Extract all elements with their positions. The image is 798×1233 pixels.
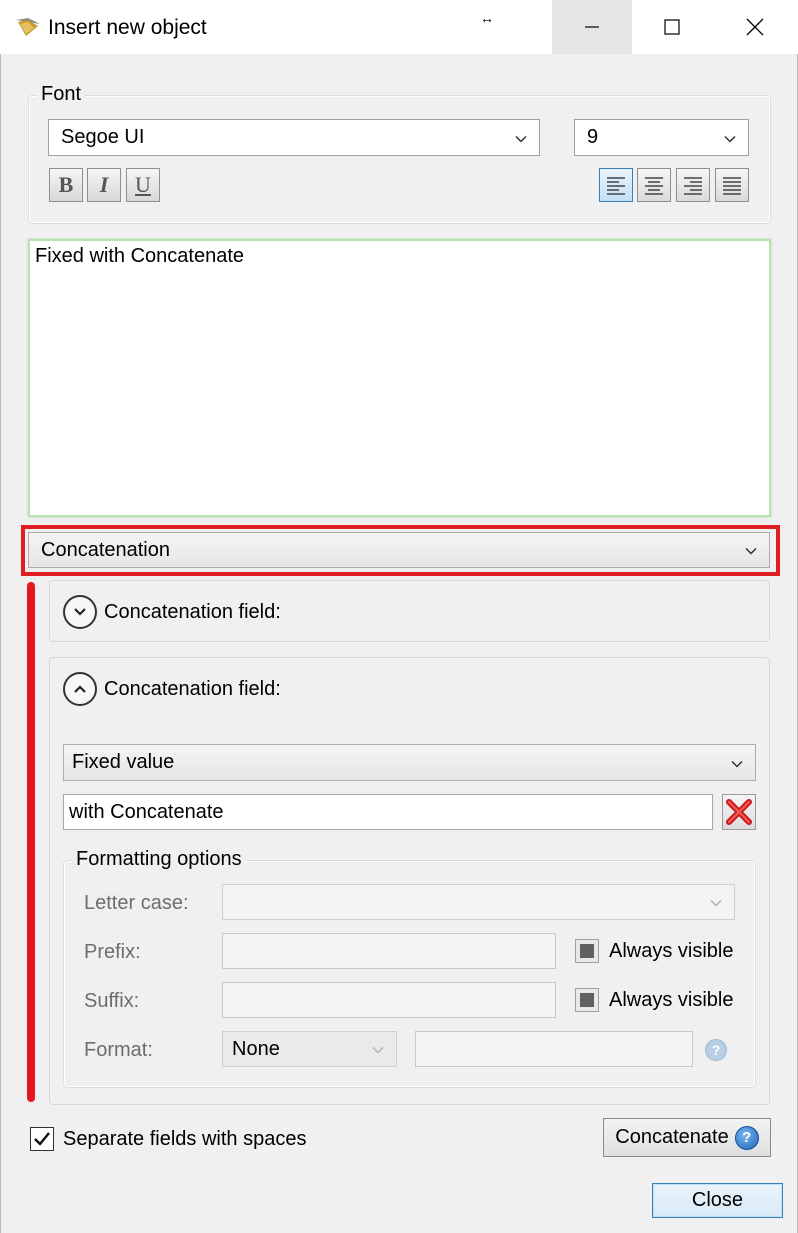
source-type-select[interactable]: Fixed value [63,744,756,781]
title-bar: Insert new object ↔ [0,0,798,54]
resize-arrows-icon: ↔ [480,10,494,26]
letter-case-label: Letter case: [84,892,189,914]
maximize-button[interactable] [632,0,712,54]
indeterminate-mark-icon [580,944,594,958]
text-editor[interactable]: Fixed with Concatenate [28,239,771,517]
font-size-select[interactable]: 9 [574,119,749,156]
editor-text: Fixed with Concatenate [35,245,245,267]
underline-icon: U [135,172,151,197]
align-center-button[interactable] [637,168,671,202]
delete-x-icon [726,799,752,825]
fixed-value-text: with Concatenate [69,800,224,823]
suffix-label: Suffix: [84,990,140,1012]
align-justify-button[interactable] [715,168,749,202]
font-group [28,95,771,224]
checkmark-icon [34,1132,50,1146]
align-right-button[interactable] [676,168,710,202]
close-label: Close [691,1189,744,1211]
window-title: Insert new object [48,16,207,39]
letter-case-select[interactable] [222,884,735,920]
separate-fields-label: Separate fields with spaces [63,1128,307,1150]
align-left-button[interactable] [599,168,633,202]
chevron-down-icon [710,891,722,914]
chevron-down-icon [515,126,527,149]
underline-button[interactable]: U [126,168,160,202]
formatting-legend: Formatting options [72,848,246,871]
format-pattern-input[interactable] [415,1031,693,1067]
format-select[interactable]: None [222,1031,397,1067]
chevron-down-icon [731,751,743,774]
format-value: None [232,1037,280,1060]
close-window-button[interactable] [712,0,798,54]
indeterminate-mark-icon [580,993,594,1007]
object-type-value: Concatenation [41,538,170,561]
align-right-icon [684,177,702,195]
collapse-button[interactable] [63,672,97,706]
align-center-icon [645,177,663,195]
expand-button[interactable] [63,595,97,629]
concat-field-label: Concatenation field: [104,678,281,700]
object-type-select[interactable]: Concatenation [28,532,770,568]
prefix-label: Prefix: [84,941,141,963]
align-justify-icon [723,177,741,195]
chevron-down-icon [745,539,757,562]
chevron-up-icon [74,685,86,693]
font-group-legend: Font [37,83,86,106]
bold-icon: B [58,172,74,197]
bold-button[interactable]: B [49,168,83,202]
prefix-always-visible-label: Always visible [609,940,734,962]
source-type-value: Fixed value [72,751,175,773]
suffix-always-visible-label: Always visible [609,989,734,1011]
format-help-icon[interactable]: ? [705,1039,727,1061]
separate-fields-checkbox[interactable] [30,1127,54,1151]
prefix-always-visible-checkbox[interactable] [575,939,599,963]
chevron-down-icon [724,126,736,149]
align-left-icon [607,177,625,195]
concatenate-label: Concatenate [615,1126,729,1148]
help-glyph: ? [711,1042,721,1058]
help-icon: ? [734,1125,759,1150]
font-family-value: Segoe UI [61,126,145,148]
concat-field-label: Concatenation field: [104,601,281,623]
dialog-body: Font Segoe UI 9 B I U Fixed with Concate… [0,54,798,1233]
italic-icon: I [99,172,109,197]
app-logo-icon [14,16,42,38]
suffix-always-visible-checkbox[interactable] [575,988,599,1012]
prefix-input[interactable] [222,933,556,969]
font-size-value: 9 [587,126,599,148]
close-button[interactable]: Close [652,1183,783,1218]
minimize-button[interactable] [552,0,632,54]
italic-button[interactable]: I [87,168,121,202]
chevron-down-icon [372,1038,384,1061]
delete-field-button[interactable] [722,794,756,830]
highlight-bar [27,582,35,1102]
format-label: Format: [84,1039,153,1061]
fixed-value-input[interactable]: with Concatenate [63,794,713,830]
suffix-input[interactable] [222,982,556,1018]
chevron-down-icon [74,608,86,616]
concatenate-button[interactable]: Concatenate ? [603,1118,771,1157]
font-family-select[interactable]: Segoe UI [48,119,540,156]
